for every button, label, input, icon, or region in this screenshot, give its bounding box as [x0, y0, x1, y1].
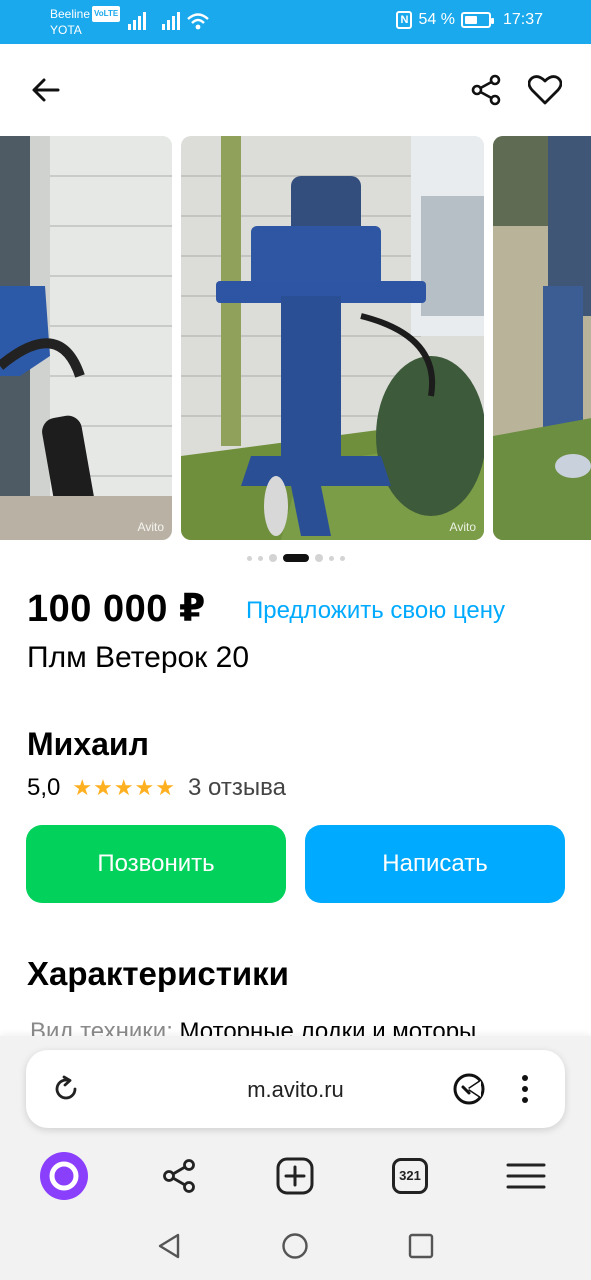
alice-button[interactable] [36, 1148, 92, 1204]
share-button[interactable] [466, 70, 506, 110]
status-right: N 54 % 17:37 [396, 11, 543, 29]
nav-back-button[interactable] [149, 1226, 189, 1266]
photo-watermark: Avito [449, 520, 476, 534]
tabs-counter-icon: 321 [390, 1156, 430, 1196]
wifi-icon [187, 13, 209, 30]
carrier-info: Beeline VoLTE YOTA [50, 6, 121, 38]
offer-price-link[interactable]: Предложить свою цену [246, 597, 505, 625]
battery-percent: 54 % [418, 11, 455, 28]
photo-gallery[interactable]: Avito Avito [0, 136, 591, 540]
tabs-count: 321 [399, 1168, 421, 1183]
page-dot-active [282, 554, 309, 562]
battery-icon [460, 12, 494, 28]
protect-shield-icon [453, 1073, 485, 1105]
specs-heading: Характеристики [27, 955, 289, 992]
photo-watermark: Avito [137, 520, 164, 534]
page-dot [268, 554, 277, 562]
new-tab-button[interactable] [267, 1148, 323, 1204]
reviews-link[interactable]: 3 отзыва [188, 774, 286, 802]
rating-stars-icon: ★★★★★ [72, 775, 176, 800]
outboard-motor-photo [181, 136, 484, 540]
write-button[interactable]: Написать [305, 825, 565, 903]
nav-home-button[interactable] [275, 1226, 315, 1266]
circle-home-icon [282, 1233, 308, 1259]
hamburger-menu-icon [506, 1163, 546, 1189]
share-icon [163, 1159, 195, 1193]
clock: 17:37 [502, 11, 543, 28]
battery-fill [464, 16, 477, 24]
back-button[interactable] [26, 70, 66, 110]
gallery-photo-current[interactable]: Avito [181, 136, 484, 540]
more-vertical-icon [522, 1075, 528, 1103]
signal-icon-2 [162, 12, 180, 30]
triangle-back-icon [158, 1233, 180, 1259]
app-header [0, 44, 591, 136]
seller-rating[interactable]: 5,0 ★★★★★ 3 отзыва [27, 774, 286, 802]
call-button[interactable]: Позвонить [26, 825, 286, 903]
seller-name[interactable]: Михаил [27, 726, 149, 763]
menu-button[interactable] [498, 1148, 554, 1204]
plus-square-icon [276, 1157, 314, 1195]
share-page-button[interactable] [151, 1148, 207, 1204]
square-recents-icon [408, 1233, 434, 1259]
volte-badge: VoLTE [92, 6, 121, 22]
page-dot [328, 555, 334, 561]
gallery-pagination [0, 554, 591, 562]
page-dot [314, 554, 323, 562]
listing-price: 100 000 ₽ [27, 588, 206, 630]
browser-toolbar: 321 [0, 1146, 591, 1206]
alice-assistant-icon [40, 1152, 88, 1200]
outboard-motor-photo [0, 136, 172, 540]
menu-dots-button[interactable] [505, 1069, 545, 1109]
gallery-photo-next[interactable] [493, 136, 591, 540]
outboard-motor-photo [493, 136, 591, 540]
nfc-icon: N [396, 11, 413, 29]
favorite-button[interactable] [525, 70, 565, 110]
carrier-1: Beeline [50, 7, 91, 21]
listing-title: Плм Ветерок 20 [27, 641, 250, 674]
address-bar[interactable]: m.avito.ru [26, 1050, 565, 1128]
page-dot [339, 555, 345, 561]
rating-value: 5,0 [27, 774, 61, 801]
arrow-left-icon [32, 78, 60, 102]
tabs-button[interactable]: 321 [382, 1148, 438, 1204]
page-dot [257, 555, 263, 561]
carrier-2: YOTA [50, 23, 82, 37]
gallery-photo-prev[interactable]: Avito [0, 136, 172, 540]
heart-icon [528, 75, 562, 105]
nav-recents-button[interactable] [401, 1226, 441, 1266]
signal-icon [128, 12, 146, 30]
page-dot [246, 555, 252, 561]
status-bar: Beeline VoLTE YOTA N 54 % 17:37 [0, 0, 591, 44]
protect-button[interactable] [449, 1069, 489, 1109]
share-icon [471, 74, 501, 106]
system-navigation-bar [0, 1222, 591, 1272]
